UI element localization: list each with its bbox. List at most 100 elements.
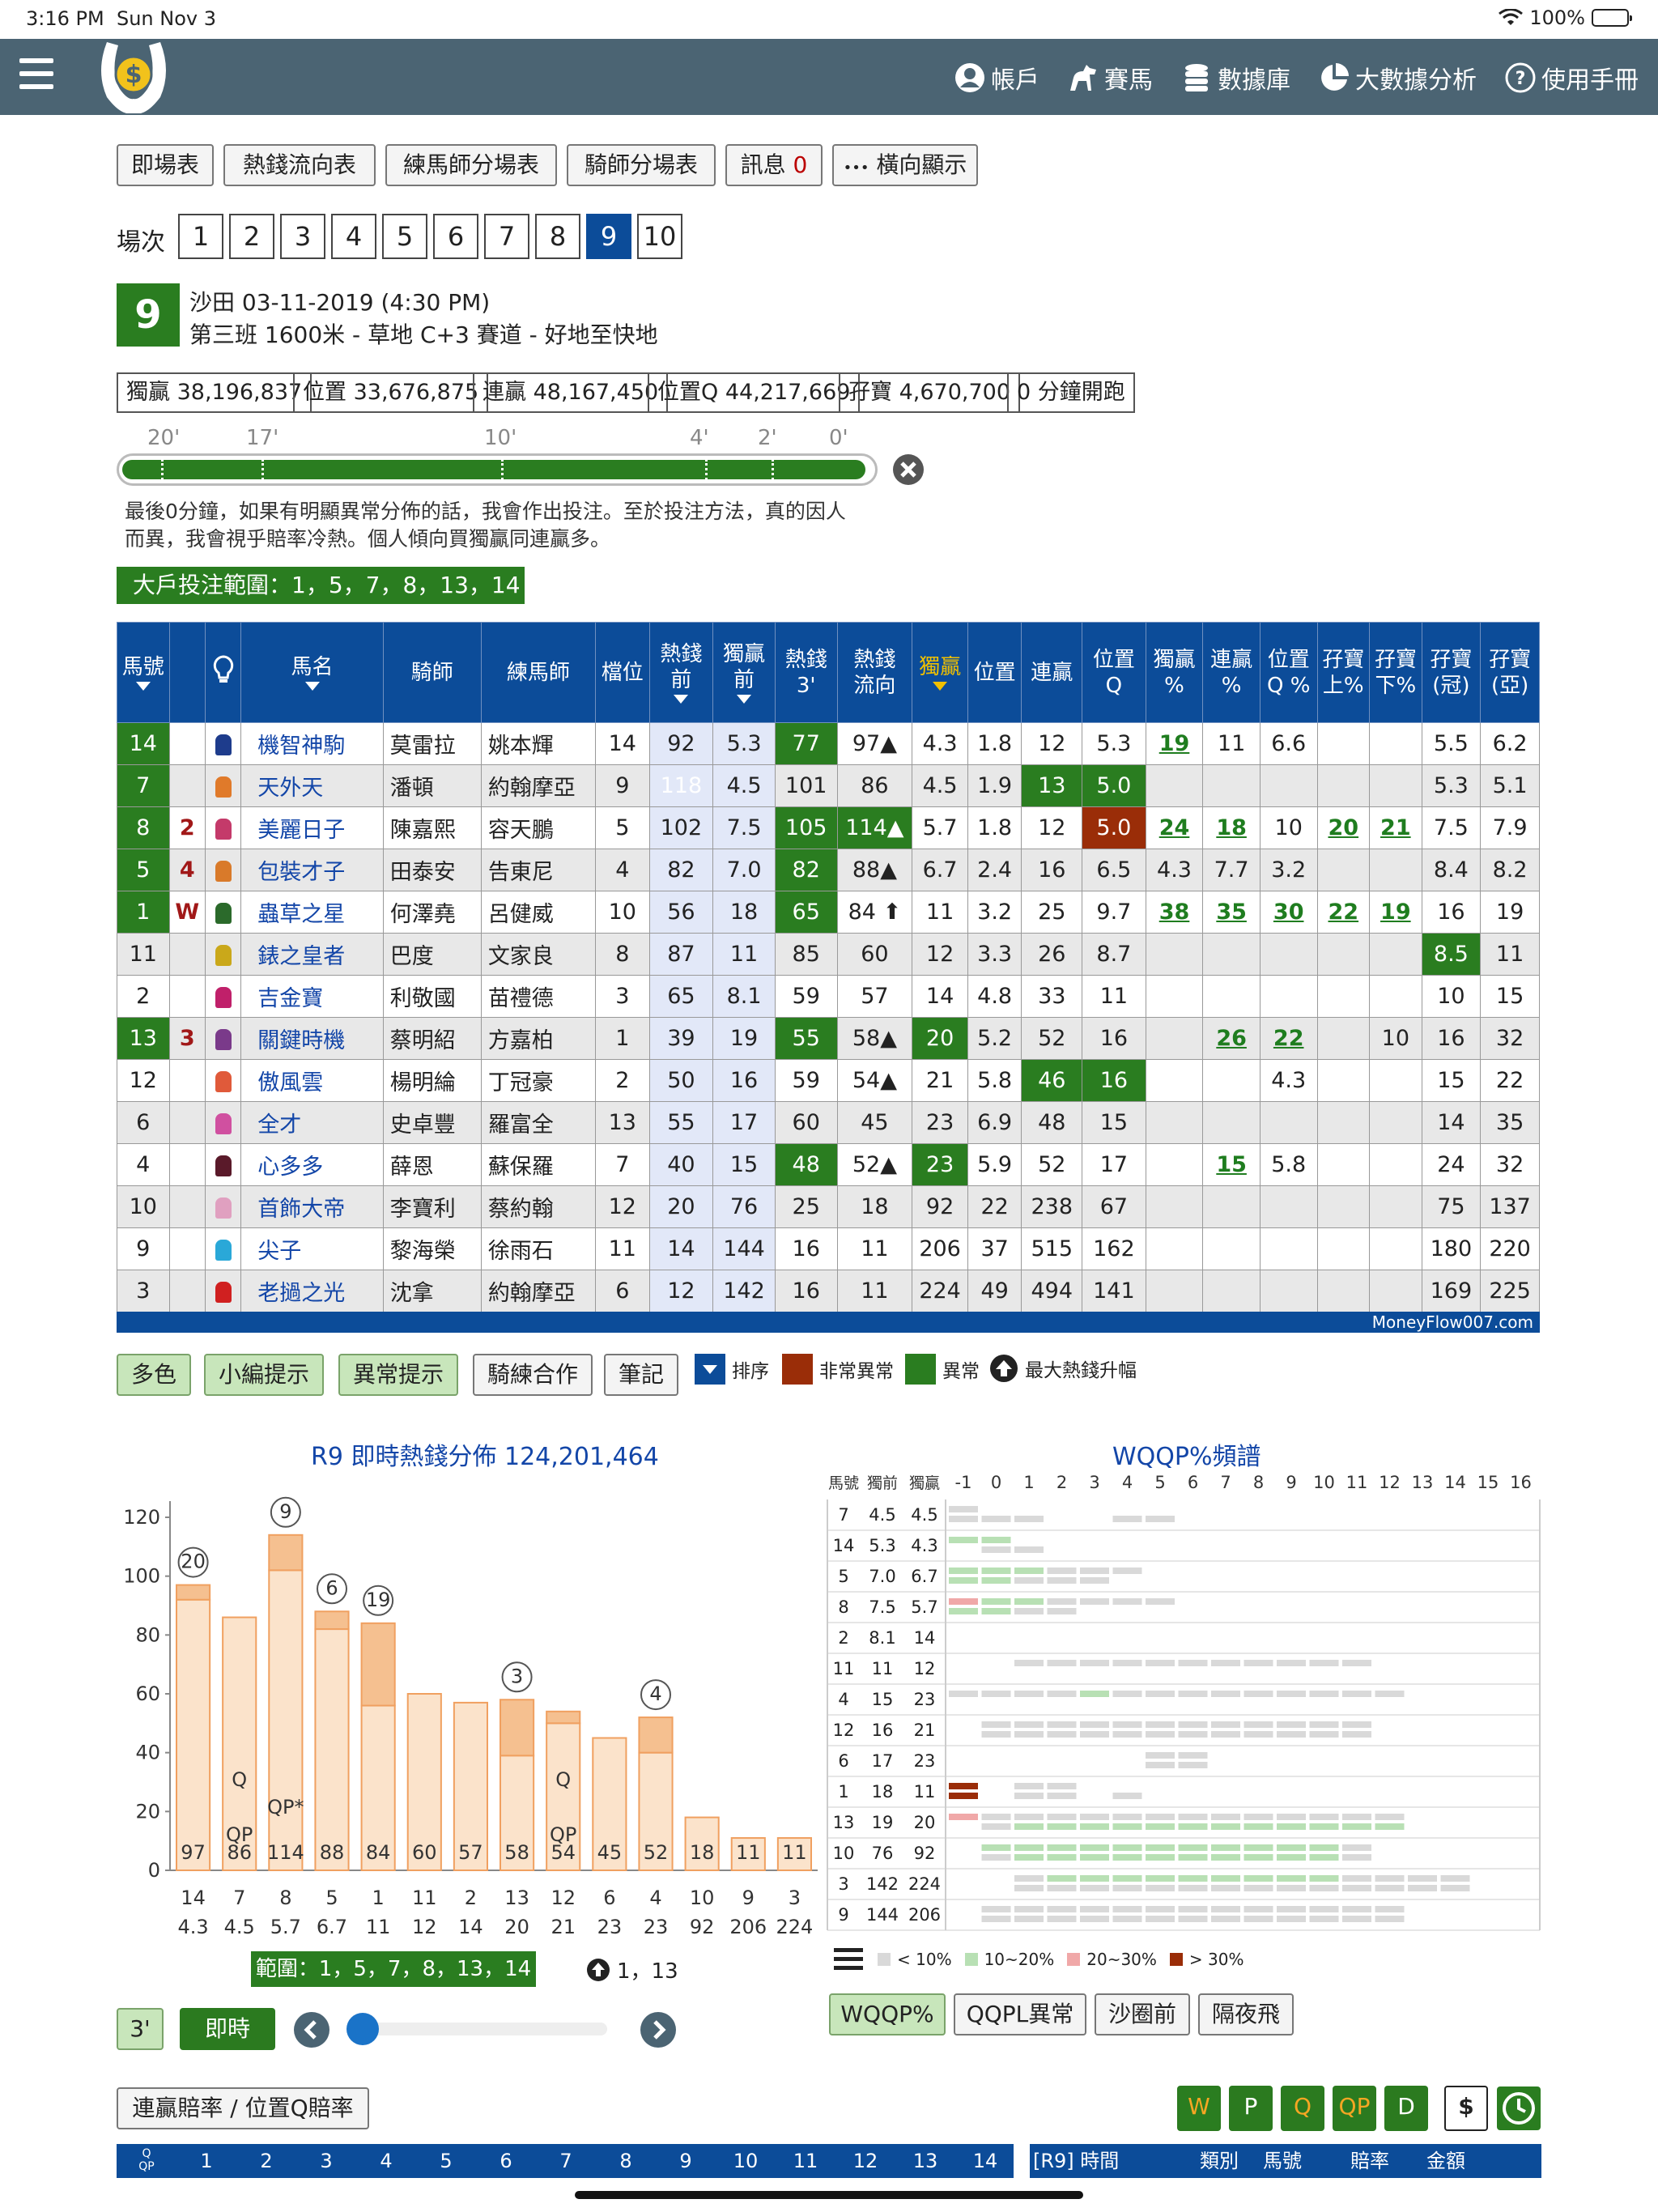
table-row[interactable]: 2 吉金寶 利敬國 苗禮德 3 65 8.1 59 57 14 4.8 33 11 10 15 <box>117 975 1540 1018</box>
column-header[interactable]: 連贏 <box>1021 622 1083 723</box>
nav-big-data[interactable]: 大數據分析 <box>1318 60 1477 96</box>
column-header[interactable]: 獨贏% <box>1145 622 1204 723</box>
column-header[interactable]: 練馬師 <box>480 622 597 723</box>
multicolor-button[interactable]: 多色 <box>117 1354 191 1396</box>
column-header[interactable]: 孖寶 上% <box>1316 622 1371 723</box>
money-flow-button[interactable]: 熱錢流向表 <box>223 144 376 186</box>
table-row[interactable]: 14 機智神駒 莫雷拉 姚本輝 14 92 5.3 77 97▲ 4.3 1.8 12 5.3 19 11 6… <box>117 722 1540 765</box>
three-min-button[interactable]: 3' <box>117 2008 164 2050</box>
wqqp-bar <box>1244 1854 1273 1861</box>
cell-dbu: 22 <box>1316 891 1371 934</box>
pool-qp-button[interactable]: QP <box>1333 2086 1376 2131</box>
column-header[interactable]: 連贏% <box>1202 622 1261 723</box>
trainer-table-button[interactable]: 練馬師分場表 <box>385 144 557 186</box>
prev-icon[interactable] <box>293 2011 330 2048</box>
cell-name[interactable]: 首飾大帝 <box>240 1185 384 1228</box>
column-header[interactable]: 熱錢 3' <box>774 622 838 723</box>
column-header[interactable]: 孖寶 (亞) <box>1480 622 1540 723</box>
cell-name[interactable]: 傲風雲 <box>240 1059 384 1102</box>
table-row[interactable]: 9 尖子 黎海榮 徐雨石 11 14 144 16 11 206 37 515 162 180 220 <box>117 1227 1540 1270</box>
cell-flow: 52▲ <box>836 1143 913 1186</box>
table-row[interactable]: 7 天外天 潘頓 約翰摩亞 9 118 4.5 101 86 4.5 1.9 13 5.0 5.3 5.1 <box>117 764 1540 807</box>
time-slider-track[interactable] <box>348 2023 607 2035</box>
race-10-button[interactable]: 10 <box>637 214 682 259</box>
table-row[interactable]: 3 老撾之光 沈拿 約翰摩亞 6 12 142 16 11 224 49 494 141 169 225 <box>117 1270 1540 1312</box>
column-header[interactable]: 孖寶 下% <box>1369 622 1422 723</box>
table-row[interactable]: 6 全才 史卓豐 羅富全 13 55 17 60 45 23 6.9 48 15 14 35 <box>117 1101 1540 1144</box>
nav-database[interactable]: 數據庫 <box>1180 60 1290 96</box>
table-row[interactable]: 11 錶之皇者 巴度 文家良 8 87 11 85 60 12 3.3 26 8.7 8.5 11 <box>117 933 1540 976</box>
jockey-table-button[interactable]: 騎師分場表 <box>567 144 716 186</box>
cell-name[interactable]: 錶之皇者 <box>240 933 384 976</box>
column-header[interactable] <box>204 622 242 723</box>
time-slider-handle[interactable] <box>346 2013 379 2045</box>
cell-name[interactable]: 天外天 <box>240 764 384 807</box>
clock-icon[interactable] <box>1496 2086 1541 2131</box>
race-6-button[interactable]: 6 <box>433 214 478 259</box>
table-row[interactable]: 10 首飾大帝 李寶利 蔡約翰 12 20 76 25 18 92 22 238 67 75 137 <box>117 1185 1540 1228</box>
column-header[interactable] <box>168 622 206 723</box>
paddock-button[interactable]: 沙圈前 <box>1095 1993 1190 2035</box>
notes-button[interactable]: 筆記 <box>604 1354 678 1396</box>
table-row[interactable]: 8 2 美麗日子 陳嘉熙 容天鵬 5 102 7.5 105 114▲ 5.7 1.8 12 5.0 24 1… <box>117 806 1540 849</box>
column-header[interactable]: 馬名 <box>240 622 384 723</box>
nav-racing[interactable]: 賽馬 <box>1067 60 1153 96</box>
race-7-button[interactable]: 7 <box>484 214 529 259</box>
column-header[interactable]: 獨贏前 <box>712 622 776 723</box>
column-header[interactable]: 檔位 <box>595 622 650 723</box>
dollar-icon[interactable]: $ <box>1444 2086 1488 2131</box>
column-header[interactable]: 獨贏 <box>912 622 968 723</box>
cell-name[interactable]: 全才 <box>240 1101 384 1144</box>
cell-name[interactable]: 蟲草之星 <box>240 891 384 934</box>
jockey-trainer-button[interactable]: 騎練合作 <box>473 1354 593 1396</box>
race-5-button[interactable]: 5 <box>382 214 427 259</box>
column-header[interactable]: 熱錢前 <box>648 622 714 723</box>
nav-help[interactable]: ? 使用手冊 <box>1504 60 1639 96</box>
table-row[interactable]: 5 4 包裝才子 田泰安 告東尼 4 82 7.0 82 88▲ 6.7 2.4 16 6.5 4.3 7.7… <box>117 849 1540 891</box>
close-icon[interactable] <box>892 453 925 486</box>
next-icon[interactable] <box>640 2011 677 2048</box>
table-row[interactable]: 4 心多多 薛恩 蘇保羅 7 40 15 48 52▲ 23 5.9 52 17 15 5.8 24 32 <box>117 1143 1540 1186</box>
column-header[interactable]: 位置 Q <box>1082 622 1146 723</box>
message-button[interactable]: 訊息 0 <box>725 144 823 186</box>
cell-name[interactable]: 老撾之光 <box>240 1270 384 1312</box>
anomaly-tips-button[interactable]: 異常提示 <box>338 1354 458 1396</box>
table-row[interactable]: 13 3 關鍵時機 蔡明紹 方嘉柏 1 39 19 55 58▲ 20 5.2 52 16 26 22 10 16… <box>117 1017 1540 1060</box>
race-4-button[interactable]: 4 <box>331 214 376 259</box>
odds-view-button[interactable]: 連贏賠率 / 位置Q賠率 <box>117 2087 369 2129</box>
cell-name[interactable]: 心多多 <box>240 1143 384 1186</box>
landscape-button[interactable]: ••• 橫向顯示 <box>832 144 978 186</box>
wqqp-button[interactable]: WQQP% <box>829 1993 946 2035</box>
live-table-button[interactable]: 即場表 <box>117 144 214 186</box>
column-header[interactable]: 馬號 <box>117 622 170 723</box>
cell-name[interactable]: 吉金寶 <box>240 975 384 1018</box>
race-1-button[interactable]: 1 <box>178 214 223 259</box>
column-header[interactable]: 位置 <box>967 622 1022 723</box>
pool-q-button[interactable]: Q <box>1281 2086 1324 2131</box>
qqpl-anomaly-button[interactable]: QQPL異常 <box>954 1993 1086 2035</box>
cell-name[interactable]: 美麗日子 <box>240 806 384 849</box>
column-header[interactable]: 熱錢 流向 <box>836 622 913 723</box>
menu-icon[interactable] <box>19 58 53 91</box>
race-3-button[interactable]: 3 <box>280 214 325 259</box>
column-header[interactable]: 位置 Q % <box>1259 622 1318 723</box>
race-9-button[interactable]: 9 <box>586 214 631 259</box>
race-8-button[interactable]: 8 <box>535 214 580 259</box>
editor-tips-button[interactable]: 小編提示 <box>204 1354 324 1396</box>
race-2-button[interactable]: 2 <box>229 214 274 259</box>
table-row[interactable]: 1 W 蟲草之星 何澤堯 呂健威 10 56 18 65 84 ⬆ 11 3.2 25 9.7 38 35 30… <box>117 891 1540 934</box>
realtime-button[interactable]: 即時 <box>180 2008 275 2050</box>
cell-name[interactable]: 關鍵時機 <box>240 1017 384 1060</box>
pool-w-button[interactable]: W <box>1177 2086 1221 2131</box>
cell-name[interactable]: 尖子 <box>240 1227 384 1270</box>
column-header[interactable]: 孖寶 (冠) <box>1421 622 1482 723</box>
column-header[interactable]: 騎師 <box>382 622 482 723</box>
table-row[interactable]: 12 傲風雲 楊明綸 丁冠豪 2 50 16 59 54▲ 21 5.8 46 16 4.3 15 22 <box>117 1059 1540 1102</box>
horseshoe-logo[interactable]: $ <box>89 39 178 113</box>
cell-name[interactable]: 機智神駒 <box>240 722 384 765</box>
overnight-button[interactable]: 隔夜飛 <box>1198 1993 1294 2035</box>
nav-account[interactable]: 帳戶 <box>954 60 1039 96</box>
pool-d-button[interactable]: D <box>1384 2086 1428 2131</box>
pool-p-button[interactable]: P <box>1229 2086 1273 2131</box>
cell-name[interactable]: 包裝才子 <box>240 849 384 891</box>
